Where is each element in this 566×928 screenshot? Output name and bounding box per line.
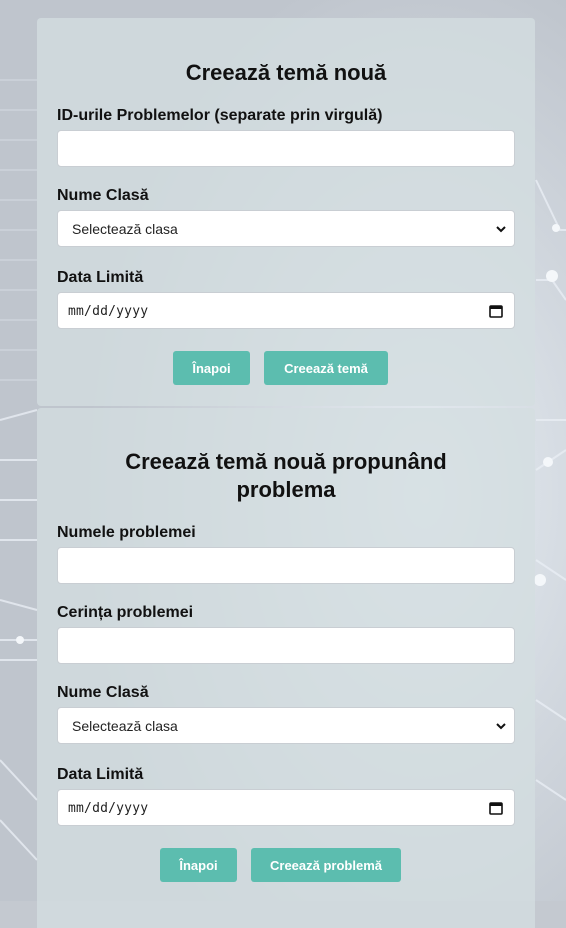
calendar-icon[interactable] bbox=[489, 801, 503, 815]
create-problem-button[interactable]: Creează problemă bbox=[251, 848, 401, 882]
problem-statement-label: Cerința problemei bbox=[57, 604, 194, 621]
back-button[interactable]: Înapoi bbox=[160, 848, 237, 882]
date-placeholder: mm/dd/yyyy bbox=[68, 304, 149, 319]
back-button[interactable]: Înapoi bbox=[173, 351, 250, 385]
deadline-label: Data Limită bbox=[57, 766, 144, 783]
class-name-label: Nume Clasă bbox=[57, 187, 149, 204]
date-placeholder: mm/dd/yyyy bbox=[68, 801, 149, 816]
class-select[interactable]: Selectează clasa bbox=[57, 210, 515, 247]
chevron-down-icon bbox=[496, 226, 506, 233]
class-select-value: Selectează clasa bbox=[72, 221, 178, 237]
problem-statement-input[interactable] bbox=[57, 627, 515, 664]
card-title: Creează temă nouă propunând problema bbox=[125, 449, 447, 502]
deadline-label: Data Limită bbox=[57, 269, 144, 286]
create-homework-button[interactable]: Creează temă bbox=[264, 351, 388, 385]
deadline-date-input[interactable]: mm/dd/yyyy bbox=[57, 789, 515, 826]
problem-name-input[interactable] bbox=[57, 547, 515, 584]
class-name-label: Nume Clasă bbox=[57, 684, 149, 701]
deadline-date-input[interactable]: mm/dd/yyyy bbox=[57, 292, 515, 329]
class-select[interactable]: Selectează clasa bbox=[57, 707, 515, 744]
propose-problem-card: Creează temă nouă propunând problema Num… bbox=[37, 408, 535, 928]
problem-ids-input[interactable] bbox=[57, 130, 515, 167]
calendar-icon[interactable] bbox=[489, 304, 503, 318]
problem-name-label: Numele problemei bbox=[57, 524, 196, 541]
problem-ids-label: ID-urile Problemelor (separate prin virg… bbox=[57, 107, 383, 124]
card-title: Creează temă nouă bbox=[185, 60, 387, 85]
create-homework-card: Creează temă nouă ID-urile Problemelor (… bbox=[37, 18, 535, 406]
chevron-down-icon bbox=[496, 723, 506, 730]
class-select-value: Selectează clasa bbox=[72, 718, 178, 734]
